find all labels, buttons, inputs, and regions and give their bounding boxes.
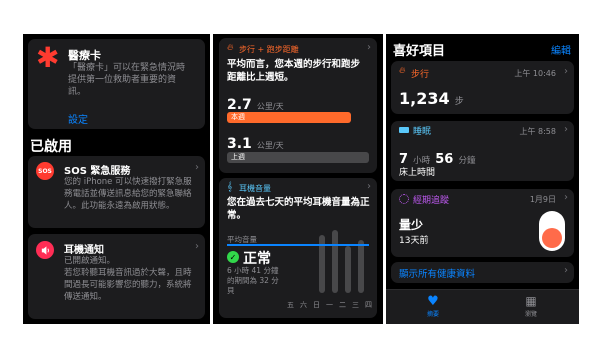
flame-icon: 🔥︎ xyxy=(399,66,406,76)
this-week-value: 2.7 xyxy=(227,97,252,113)
sleep-sub: 床上時間 xyxy=(399,168,436,178)
medical-id-title: 醫療卡 xyxy=(68,49,101,62)
audio-bar xyxy=(332,230,338,293)
check-circle-icon: ✓ xyxy=(227,251,239,263)
bed-icon xyxy=(399,127,409,133)
sos-title: SOS 緊急服務 xyxy=(64,166,131,177)
sos-card[interactable]: SOS SOS 緊急服務 您的 iPhone 可以快速撥打緊急服務電話並傳送訊息… xyxy=(28,156,205,228)
audio-bar xyxy=(345,246,351,293)
steps-value: 1,234 xyxy=(399,89,450,108)
heart-icon: ♥ xyxy=(427,294,439,309)
chevron-right-icon: › xyxy=(564,265,568,276)
medical-id-desc: 「醫療卡」可以在緊急情況時提供第一位救助者重要的資訊。 xyxy=(68,63,186,97)
sleep-minutes-unit: 分鐘 xyxy=(458,156,476,166)
cycle-value: 量少 xyxy=(399,218,424,232)
enabled-heading: 已啟用 xyxy=(30,139,72,155)
tab-browse-label: 瀏覽 xyxy=(524,311,537,318)
sleep-minutes: 56 xyxy=(435,152,454,167)
tab-summary[interactable]: ♥ 摘要 xyxy=(416,294,450,318)
headphone-desc: 已開啟通知。 若您聆聽耳機音訊過於大聲，且時間過長可能影響您的聽力，系統將傳送通… xyxy=(64,256,192,302)
audio-bar xyxy=(358,240,364,293)
audio-summary: 您在過去七天的平均耳機音量為正常。 xyxy=(227,197,370,221)
audio-day-axis: 五 六 日 一 二 三 四 xyxy=(287,300,372,310)
cycle-flow-indicator-icon xyxy=(539,211,565,251)
panel-favorites: 喜好項目 編輯 🔥︎ 步行 上午 10:46 › 1,234 步 睡眠 上午 8… xyxy=(386,34,579,324)
last-week-value: 3.1 xyxy=(227,136,252,152)
chevron-right-icon: › xyxy=(367,181,371,192)
day-label: 三 xyxy=(352,301,359,309)
grid-icon: ▦ xyxy=(525,294,537,308)
headphone-title: 耳機通知 xyxy=(64,245,104,256)
steps-metric: 1,234 步 xyxy=(399,89,464,108)
sos-desc: 您的 iPhone 可以快速撥打緊急服務電話並傳送訊息給您的緊急聯絡人。此功能永… xyxy=(64,177,192,211)
speaker-icon xyxy=(36,241,54,259)
steps-unit: 步 xyxy=(454,97,464,107)
chevron-right-icon: › xyxy=(564,66,568,77)
audio-category: 耳機音量 xyxy=(239,184,271,193)
medical-id-card[interactable]: ✱ 醫療卡 「醫療卡」可以在緊急情況時提供第一位救助者重要的資訊。 設定 xyxy=(28,39,205,129)
day-label: 日 xyxy=(313,301,320,309)
ear-icon: 𝄞 xyxy=(227,182,233,192)
tab-browse[interactable]: ▦ 瀏覽 xyxy=(514,294,548,318)
last-week-bar: 上週 xyxy=(227,152,369,163)
tab-bar: ♥ 摘要 ▦ 瀏覽 xyxy=(386,289,579,324)
this-week-metric: 2.7 公里/天 xyxy=(227,94,284,113)
cycle-label: 經期追蹤 xyxy=(413,196,450,206)
cycle-tracking-card[interactable]: 經期追蹤 1月9日 › 量少 13天前 xyxy=(391,189,574,257)
panel-highlights: 🔥︎ 步行 + 跑步距離 › 平均而言，您本週的步行和跑步距離比上週短。 2.7… xyxy=(213,34,383,324)
steps-time: 上午 10:46 xyxy=(514,69,556,78)
steps-label: 步行 xyxy=(411,70,430,80)
day-label: 六 xyxy=(300,301,307,309)
this-week-label: 本週 xyxy=(231,113,245,121)
last-week-label: 上週 xyxy=(231,153,245,161)
sleep-time: 上午 8:58 xyxy=(519,127,556,136)
cycle-sub: 13天前 xyxy=(399,236,429,246)
sos-icon: SOS xyxy=(36,162,54,180)
day-label: 五 xyxy=(287,301,294,309)
day-label: 二 xyxy=(339,301,346,309)
walk-run-distance-card[interactable]: 🔥︎ 步行 + 跑步距離 › 平均而言，您本週的步行和跑步距離比上週短。 2.7… xyxy=(219,38,377,173)
show-all-label: 顯示所有健康資料 xyxy=(399,269,476,280)
medical-asterisk-icon: ✱ xyxy=(36,41,60,74)
sleep-label: 睡眠 xyxy=(413,127,432,137)
panel-medical-emergency: ✱ 醫療卡 「醫療卡」可以在緊急情況時提供第一位救助者重要的資訊。 設定 已啟用… xyxy=(23,34,210,324)
audio-detail: 6 小時 41 分鐘的期間為 32 分貝 xyxy=(227,266,279,295)
headphone-notification-card[interactable]: 耳機通知 已開啟通知。 若您聆聽耳機音訊過於大聲，且時間過長可能影響您的聽力，系… xyxy=(28,234,205,319)
this-week-unit: 公里/天 xyxy=(256,102,284,111)
walk-run-category: 步行 + 跑步距離 xyxy=(239,45,299,54)
cycle-icon xyxy=(399,194,409,204)
flame-icon: 🔥︎ xyxy=(227,43,234,53)
walk-run-summary: 平均而言，您本週的步行和跑步距離比上週短。 xyxy=(227,59,361,83)
edit-button[interactable]: 編輯 xyxy=(551,42,571,57)
flow-dot xyxy=(542,228,562,248)
avg-volume-line xyxy=(227,244,369,246)
headphone-audio-card[interactable]: 𝄞 耳機音量 › 您在過去七天的平均耳機音量為正常。 平均音量 ✓ 正常 6 小… xyxy=(219,178,377,318)
audio-status: 正常 xyxy=(243,251,271,267)
tab-summary-label: 摘要 xyxy=(426,311,439,318)
this-week-bar: 本週 xyxy=(227,112,351,123)
medical-id-setup-link[interactable]: 設定 xyxy=(68,111,88,126)
chevron-right-icon: › xyxy=(564,124,568,135)
day-label: 四 xyxy=(365,301,372,309)
last-week-unit: 公里/天 xyxy=(256,141,284,150)
chevron-right-icon: › xyxy=(564,192,568,203)
sleep-card[interactable]: 睡眠 上午 8:58 › 7 小時 56 分鐘 床上時間 xyxy=(391,121,574,181)
chevron-right-icon: › xyxy=(195,162,199,173)
last-week-metric: 3.1 公里/天 xyxy=(227,133,284,152)
day-label: 一 xyxy=(326,301,333,309)
favorites-title: 喜好項目 xyxy=(393,44,446,59)
steps-card[interactable]: 🔥︎ 步行 上午 10:46 › 1,234 步 xyxy=(391,61,574,114)
chevron-right-icon: › xyxy=(367,42,371,53)
show-all-health-data-button[interactable]: 顯示所有健康資料 › xyxy=(391,262,574,283)
chevron-right-icon: › xyxy=(195,241,199,252)
cycle-time: 1月9日 xyxy=(529,195,556,204)
